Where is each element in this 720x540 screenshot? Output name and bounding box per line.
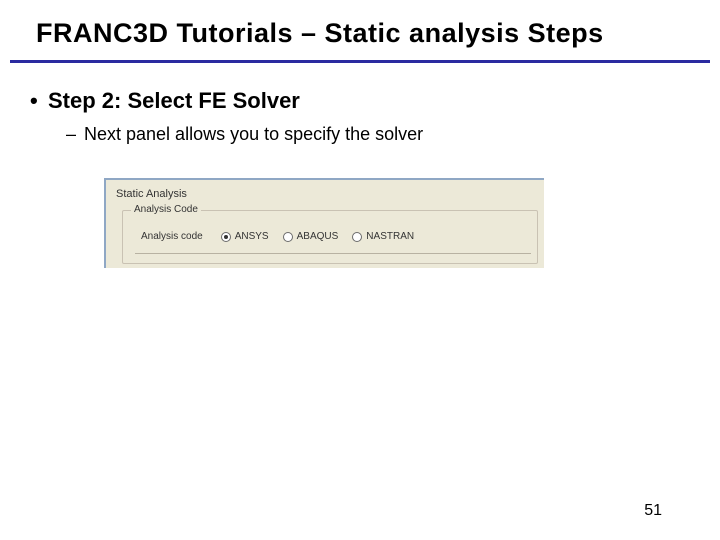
radio-label-nastran: NASTRAN bbox=[366, 231, 414, 242]
analysis-code-groupbox: Analysis Code Analysis code ANSYS ABAQUS… bbox=[122, 210, 538, 264]
radio-option-ansys[interactable]: ANSYS bbox=[221, 231, 269, 242]
groupbox-label: Analysis Code bbox=[131, 204, 201, 215]
radio-icon bbox=[221, 232, 231, 242]
page-number: 51 bbox=[644, 502, 662, 520]
slide: FRANC3D Tutorials – Static analysis Step… bbox=[0, 0, 720, 540]
bullet-dot: • bbox=[30, 88, 48, 114]
group-divider bbox=[135, 253, 531, 254]
bullet-list: •Step 2: Select FE Solver –Next panel al… bbox=[30, 88, 690, 145]
bullet-dash: – bbox=[66, 124, 84, 145]
radio-option-abaqus[interactable]: ABAQUS bbox=[283, 231, 339, 242]
radio-row: Analysis code ANSYS ABAQUS NASTRAN bbox=[141, 231, 529, 242]
bullet-level2: –Next panel allows you to specify the so… bbox=[66, 124, 690, 145]
dialog-title: Static Analysis bbox=[116, 188, 187, 200]
dialog-panel: Static Analysis Analysis Code Analysis c… bbox=[104, 178, 544, 268]
radio-label-abaqus: ABAQUS bbox=[297, 231, 339, 242]
slide-title: FRANC3D Tutorials – Static analysis Step… bbox=[36, 18, 710, 49]
bullet-level1-text: Step 2: Select FE Solver bbox=[48, 88, 300, 113]
title-underline bbox=[10, 60, 710, 63]
dialog-client-area: Static Analysis Analysis Code Analysis c… bbox=[108, 182, 544, 268]
radio-icon bbox=[352, 232, 362, 242]
bullet-level2-text: Next panel allows you to specify the sol… bbox=[84, 124, 423, 144]
radio-label-ansys: ANSYS bbox=[235, 231, 269, 242]
radio-icon bbox=[283, 232, 293, 242]
analysis-code-label: Analysis code bbox=[141, 231, 203, 242]
bullet-level1: •Step 2: Select FE Solver bbox=[30, 88, 690, 114]
radio-option-nastran[interactable]: NASTRAN bbox=[352, 231, 414, 242]
